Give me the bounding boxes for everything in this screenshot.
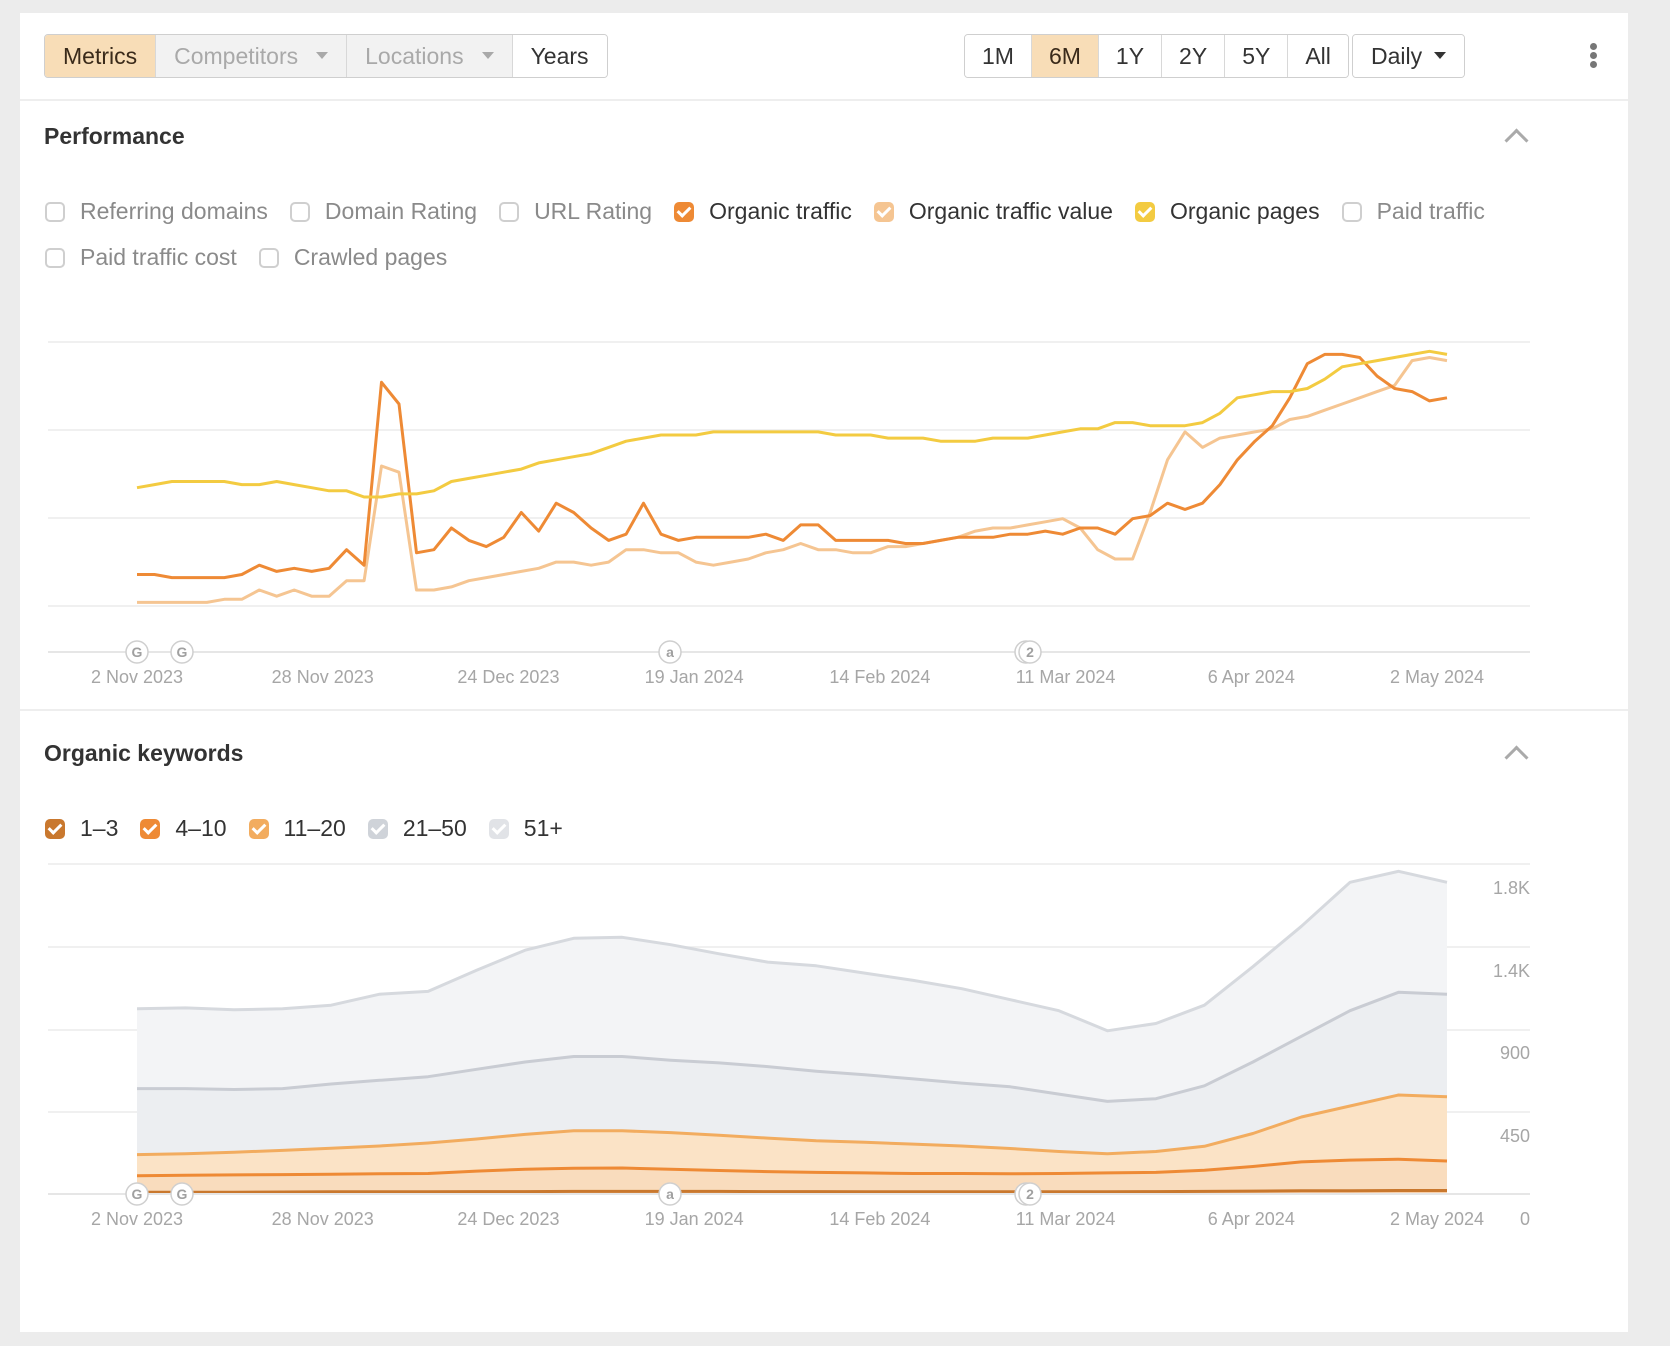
x-tick-label: 11 Mar 2024 [1016,1209,1116,1229]
x-tick-label: 14 Feb 2024 [829,1209,930,1229]
annotation-label: a [666,1186,674,1202]
annotation-marker-g[interactable]: G [125,1182,149,1206]
annotation-marker-a[interactable]: a [658,1182,682,1206]
annotation-label: 2 [1026,1186,1034,1202]
annotation-marker-2[interactable]: 2 [1014,1182,1042,1206]
x-tick-label: 2 Nov 2023 [91,1209,183,1229]
organic-keywords-chart: 0 450 900 1.4K 1.8K 2 Nov 2023 28 Nov 2023 24 D… [48,863,1530,1229]
annotation-label: G [177,1186,188,1202]
y-tick-label: 450 [1500,1126,1530,1146]
y-tick-label: 1.4K [1493,961,1530,981]
y-tick-label: 1.8K [1493,878,1530,898]
x-tick-label: 2 May 2024 [1390,1209,1484,1229]
series-line-1-3[interactable] [137,1189,1447,1194]
x-tick-label: 24 Dec 2023 [457,1209,559,1229]
y-tick-label: 0 [1520,1209,1530,1229]
annotation-label: G [132,1186,143,1202]
x-tick-label: 6 Apr 2024 [1208,1209,1295,1229]
site-explorer-overview-card: Metrics Competitors Locations Years 1M 6M 1Y 2… [20,13,1628,1332]
x-tick-label: 28 Nov 2023 [272,1209,374,1229]
x-tick-label: 19 Jan 2024 [645,1209,744,1229]
annotation-marker-g[interactable]: G [170,1182,194,1206]
y-tick-label: 900 [1500,1043,1530,1063]
